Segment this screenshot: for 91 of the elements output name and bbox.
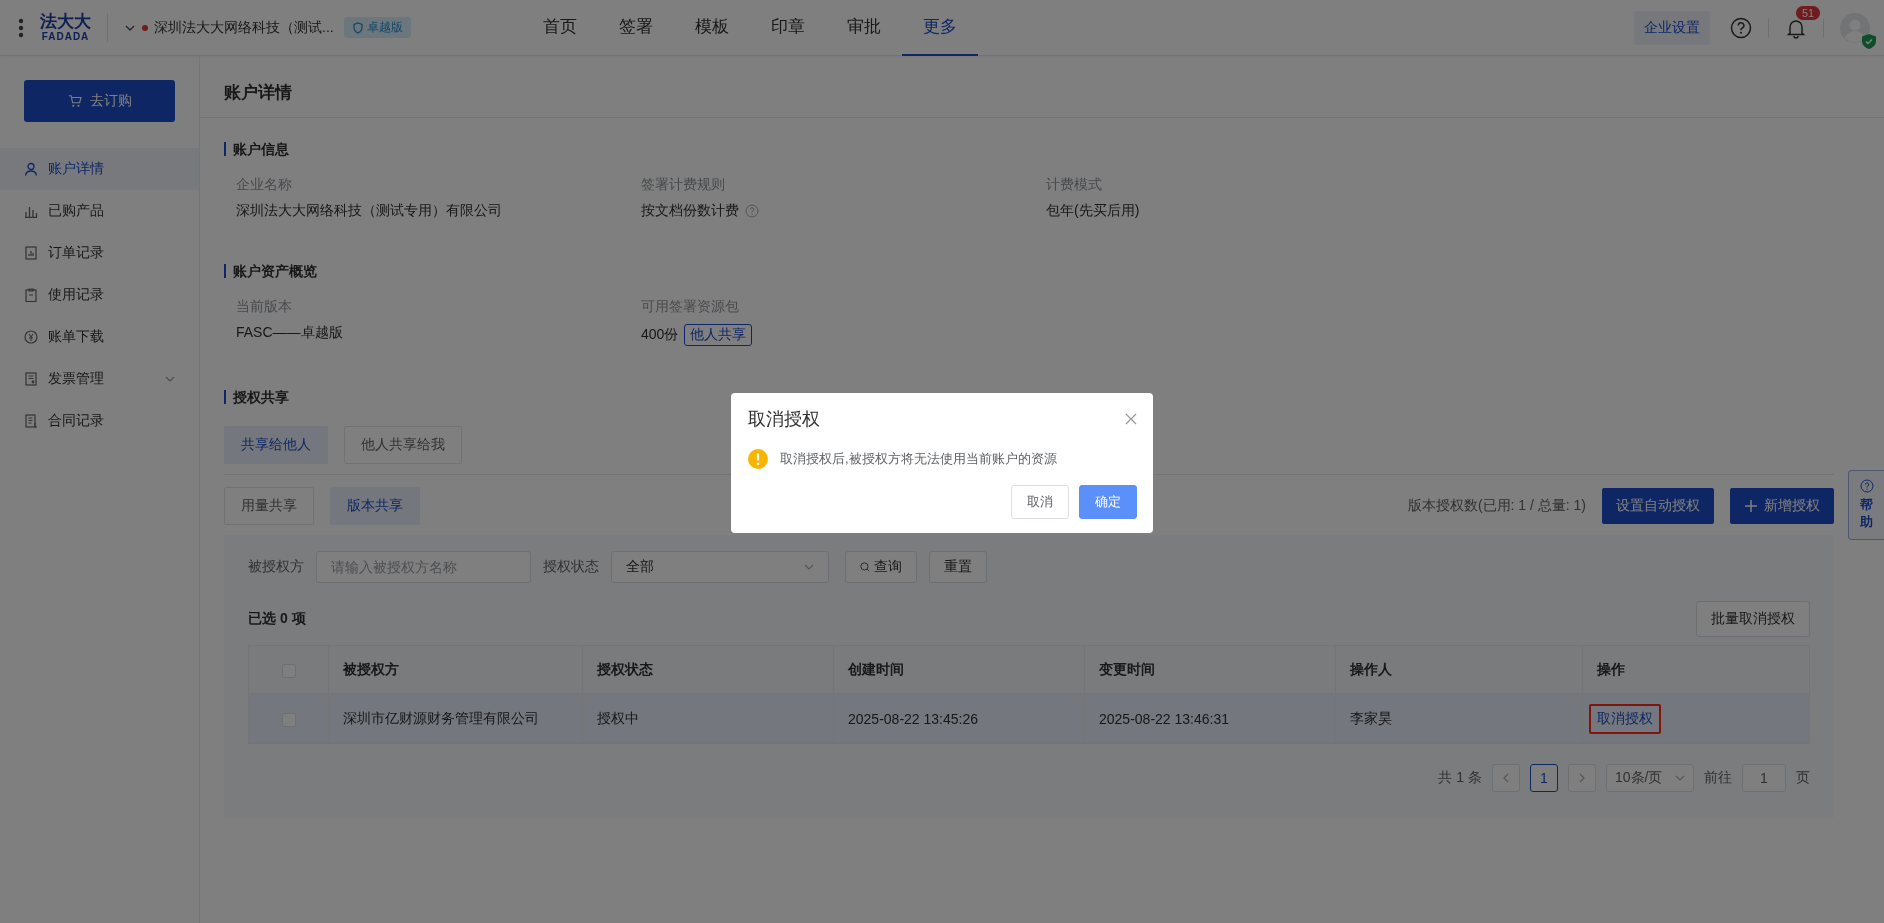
table-cell: 授权中 xyxy=(582,693,834,744)
help-tab[interactable]: 帮助 xyxy=(1848,470,1884,540)
chevron-down-icon xyxy=(804,562,814,572)
table-cell: 2025-08-22 13:46:31 xyxy=(1084,693,1336,744)
status-select[interactable]: 全部 xyxy=(611,551,829,583)
help-icon xyxy=(1859,479,1874,493)
share-type-tab[interactable]: 版本共享 xyxy=(330,487,420,525)
quota-text: 版本授权数(已用: 1 / 总量: 1) xyxy=(1407,497,1586,515)
cancel-authorization-link[interactable]: 取消授权 xyxy=(1597,709,1653,726)
column-header: 授权状态 xyxy=(582,645,834,694)
close-icon[interactable] xyxy=(1125,413,1137,425)
cart-icon xyxy=(67,94,82,108)
section-title: 账户信息 xyxy=(224,142,1834,156)
sidebar-item[interactable]: 账户详情 xyxy=(0,148,199,190)
batch-cancel-button[interactable]: 批量取消授权 xyxy=(1696,601,1810,637)
page-number[interactable]: 1 xyxy=(1530,764,1558,792)
share-tab[interactable]: 他人共享给我 xyxy=(344,426,462,464)
chevron-down-icon xyxy=(1675,773,1685,783)
nav-tab[interactable]: 审批 xyxy=(826,0,902,56)
field-value: 深圳法大大网络科技（测试专用）有限公司 xyxy=(236,202,502,220)
sidebar-item[interactable]: 账单下载 xyxy=(0,316,199,358)
nav-tab[interactable]: 签署 xyxy=(598,0,674,56)
confirm-button[interactable]: 确定 xyxy=(1079,485,1137,519)
add-authorization-button[interactable]: 新增授权 xyxy=(1730,488,1834,524)
logo-text: 法大大 xyxy=(40,13,91,30)
help-icon xyxy=(1730,16,1752,39)
column-header: 创建时间 xyxy=(833,645,1085,694)
table-cell: 2025-08-22 13:45:26 xyxy=(833,693,1085,744)
selection-count: 已选 0 项 xyxy=(248,610,306,628)
column-header: 操作人 xyxy=(1335,645,1583,694)
field-value: 包年(先买后用) xyxy=(1046,202,1140,220)
nav-tab[interactable]: 更多 xyxy=(902,0,978,56)
document-list-icon xyxy=(24,414,38,428)
bar-chart-icon xyxy=(24,204,38,218)
enterprise-settings-button[interactable]: 企业设置 xyxy=(1634,10,1710,45)
edition-badge: 卓越版 xyxy=(343,17,411,38)
filter-label: 授权状态 xyxy=(543,558,599,576)
sidebar-item[interactable]: 发票管理 xyxy=(0,358,199,400)
more-icon xyxy=(18,17,24,38)
search-button[interactable]: 查询 xyxy=(845,551,917,583)
shield-check-icon xyxy=(1862,33,1876,49)
search-icon xyxy=(860,562,870,572)
company-name[interactable]: 深圳法大大网络科技（测试... xyxy=(154,18,334,37)
page-unit: 页 xyxy=(1796,769,1810,787)
page-size-select[interactable]: 10条/页 xyxy=(1606,764,1694,792)
avatar-silhouette xyxy=(1840,12,1870,43)
cancel-button[interactable]: 取消 xyxy=(1011,485,1069,519)
filter-label: 被授权方 xyxy=(248,558,304,576)
sidebar-item[interactable]: 订单记录 xyxy=(0,232,199,274)
share-tag: 他人共享 xyxy=(684,324,753,346)
dialog-title: 取消授权 xyxy=(748,408,820,431)
receipt-icon xyxy=(24,372,38,386)
plus-icon xyxy=(1744,499,1758,513)
table-cell: 李家昊 xyxy=(1335,693,1583,744)
field-value: 按文档份数计费 xyxy=(641,202,739,220)
previous-page-button[interactable] xyxy=(1492,764,1520,792)
sidebar-item[interactable]: 使用记录 xyxy=(0,274,199,316)
share-type-tab[interactable]: 用量共享 xyxy=(224,487,314,525)
auto-authorize-button[interactable]: 设置自动授权 xyxy=(1602,488,1714,524)
warning-icon xyxy=(748,449,768,469)
user-icon xyxy=(24,162,38,176)
column-header: 被授权方 xyxy=(328,645,583,694)
dialog-message: 取消授权后,被授权方将无法使用当前账户的资源 xyxy=(780,450,1057,468)
nav-tab[interactable]: 模板 xyxy=(674,0,750,56)
nav-tab[interactable]: 首页 xyxy=(522,0,598,56)
column-header: 操作 xyxy=(1582,645,1810,694)
nav-tab[interactable]: 印章 xyxy=(750,0,826,56)
total-count: 共 1 条 xyxy=(1438,769,1482,787)
share-tab[interactable]: 共享给他人 xyxy=(224,426,328,464)
order-button[interactable]: 去订购 xyxy=(24,80,175,122)
shield-icon xyxy=(351,21,364,34)
reset-button[interactable]: 重置 xyxy=(929,551,987,583)
field-value: 400份 xyxy=(641,326,679,344)
chevron-left-icon xyxy=(1501,773,1511,783)
clipboard-icon xyxy=(24,288,38,302)
chevron-right-icon xyxy=(1577,773,1587,783)
section-title: 账户资产概览 xyxy=(224,264,1834,278)
field-value: FASC——卓越版 xyxy=(236,324,343,342)
next-page-button[interactable] xyxy=(1568,764,1596,792)
notification-count: 51 xyxy=(1795,4,1822,21)
goto-label: 前往 xyxy=(1704,769,1732,787)
page-title: 账户详情 xyxy=(200,56,1884,118)
document-chart-icon xyxy=(24,246,38,260)
status-dot xyxy=(142,24,148,31)
sidebar-item[interactable]: 合同记录 xyxy=(0,400,199,442)
column-header: 变更时间 xyxy=(1084,645,1336,694)
logo-subtext: FADADA xyxy=(41,32,90,42)
table-cell: 深圳市亿财源财务管理有限公司 xyxy=(328,693,583,744)
sidebar-item[interactable]: 已购产品 xyxy=(0,190,199,232)
yen-coin-icon xyxy=(24,330,38,344)
goto-page-input[interactable]: 1 xyxy=(1742,764,1786,792)
